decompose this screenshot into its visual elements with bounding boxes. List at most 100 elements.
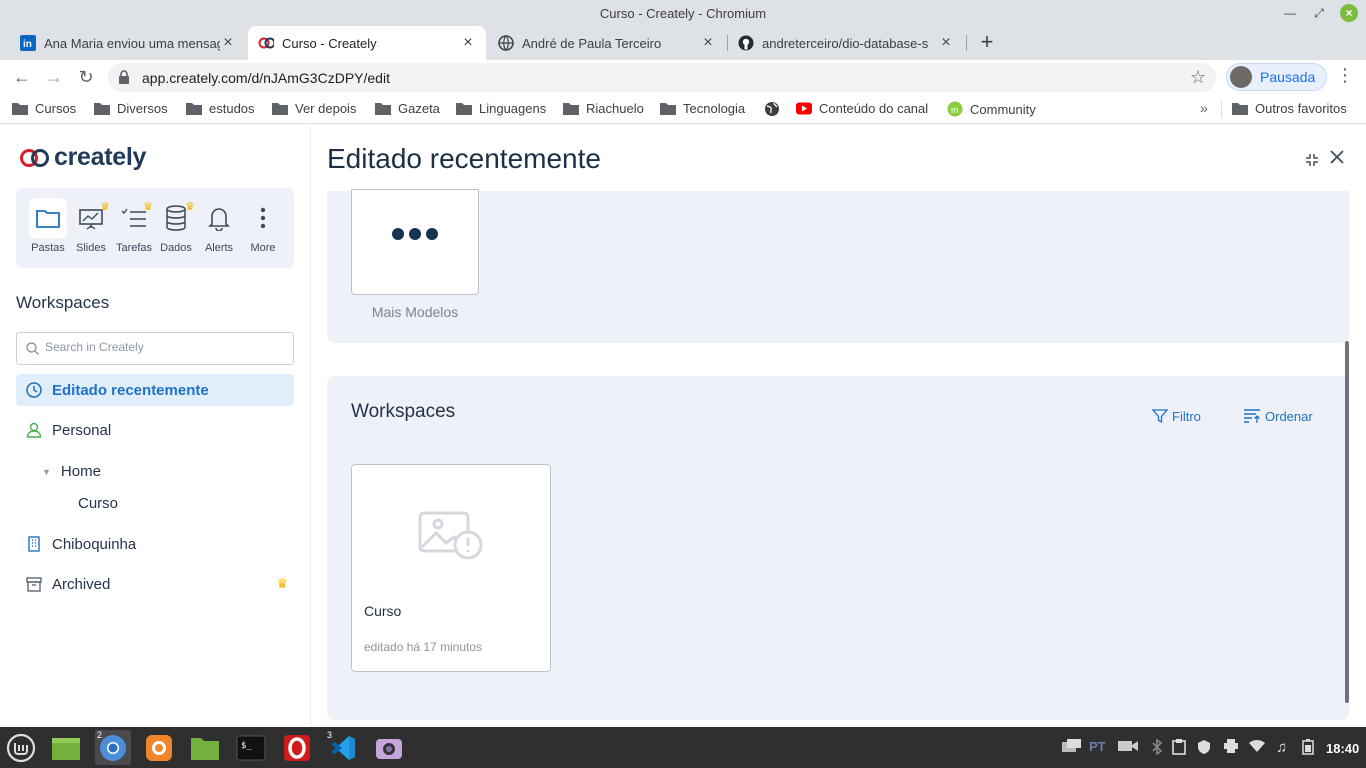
bluetooth-icon[interactable] <box>1151 738 1163 758</box>
taskbar-vscode[interactable]: 3 <box>325 730 361 765</box>
sidebar-item-archived[interactable]: Archived ♛ <box>16 568 294 600</box>
tab-creately[interactable]: Curso - Creately × <box>248 26 486 60</box>
close-tab-icon[interactable]: × <box>220 34 236 52</box>
close-icon[interactable] <box>1329 149 1345 170</box>
taskbar-screenshot[interactable] <box>371 730 407 765</box>
tree-item-label: Curso <box>78 495 119 512</box>
bookmark-riachuelo[interactable]: Riachuelo <box>563 101 644 116</box>
reload-icon[interactable]: ↻ <box>74 65 98 89</box>
taskbar-show-desktop[interactable] <box>48 730 84 765</box>
start-menu-button[interactable] <box>3 730 39 765</box>
printer-icon[interactable] <box>1223 739 1239 756</box>
bookmark-outros-favoritos[interactable]: Outros favoritos <box>1232 101 1347 116</box>
bookmark-label: Linguagens <box>479 101 547 116</box>
tree-item-home[interactable]: ▼ Home <box>42 463 101 480</box>
bookmark-tecnologia[interactable]: Tecnologia <box>660 101 745 116</box>
more-models-label[interactable]: Mais Modelos <box>351 304 479 320</box>
more-models-card[interactable] <box>351 189 479 295</box>
video-camera-icon[interactable] <box>1117 739 1139 756</box>
user-icon <box>16 422 52 438</box>
close-tab-icon[interactable]: × <box>700 34 716 52</box>
quick-label: Pastas <box>31 242 65 254</box>
quick-pastas[interactable]: Pastas <box>27 198 69 262</box>
folder-icon <box>456 103 472 115</box>
tree-item-curso[interactable]: Curso <box>78 495 118 512</box>
files-folder-icon <box>191 737 219 760</box>
scrollbar[interactable] <box>1345 341 1349 703</box>
filter-button[interactable]: Filtro <box>1152 408 1201 424</box>
url-text[interactable]: app.creately.com/d/nJAmG3CzDPY/edit <box>142 70 390 86</box>
address-bar[interactable]: app.creately.com/d/nJAmG3CzDPY/edit ☆ <box>108 63 1216 92</box>
battery-icon[interactable] <box>1302 739 1314 758</box>
bookmark-divider <box>1221 101 1222 118</box>
clipboard-icon[interactable] <box>1172 739 1186 758</box>
tab-andre[interactable]: André de Paula Terceiro × <box>488 26 726 60</box>
minimize-icon[interactable]: — <box>1281 4 1299 22</box>
collapse-icon[interactable] <box>1305 151 1319 172</box>
sidebar-item-personal[interactable]: Personal <box>16 414 294 446</box>
search-input[interactable] <box>45 340 285 354</box>
clock[interactable]: 18:40 <box>1326 741 1359 756</box>
linux-mint-logo-icon <box>6 733 36 762</box>
globe-icon <box>765 102 779 116</box>
bookmark-gazeta[interactable]: Gazeta <box>375 101 440 116</box>
creately-logo[interactable]: creately <box>18 143 146 172</box>
forward-icon[interactable]: → <box>42 65 66 89</box>
bookmark-globe[interactable] <box>764 101 780 117</box>
lock-icon[interactable] <box>118 70 130 89</box>
bookmark-star-icon[interactable]: ☆ <box>1190 67 1206 88</box>
bookmark-linguagens[interactable]: Linguagens <box>456 101 546 116</box>
tree-item-label: Home <box>60 463 101 480</box>
tab-github[interactable]: andreterceiro/dio-database-s × <box>728 26 964 60</box>
sidebar-search[interactable] <box>16 332 294 365</box>
taskbar-firefox[interactable] <box>141 730 177 765</box>
quick-dados[interactable]: ♛ Dados <box>155 198 197 262</box>
taskbar-chromium[interactable]: 2 <box>95 730 131 765</box>
caret-down-icon[interactable]: ▼ <box>42 467 51 477</box>
folder-icon <box>186 103 202 115</box>
document-card[interactable]: Curso editado há 17 minutos <box>351 464 551 672</box>
close-tab-icon[interactable]: × <box>460 34 476 52</box>
music-note-icon[interactable]: ♫ <box>1276 739 1287 756</box>
sidebar-item-label: Archived <box>52 575 111 593</box>
sidebar-item-recent[interactable]: Editado recentemente <box>16 374 294 406</box>
taskbar-opera[interactable] <box>279 730 315 765</box>
bookmark-estudos[interactable]: estudos <box>186 101 255 116</box>
bookmark-conteudo-do-canal[interactable]: Conteúdo do canal <box>796 101 928 116</box>
bookmark-label: Gazeta <box>398 101 440 116</box>
tab-linkedin[interactable]: in Ana Maria enviou uma mensag × <box>10 26 246 60</box>
shield-icon[interactable] <box>1196 739 1212 758</box>
quick-tarefas[interactable]: ♛ Tarefas <box>113 198 155 262</box>
browser-toolbar: ← → ↻ app.creately.com/d/nJAmG3CzDPY/edi… <box>0 60 1366 94</box>
keyboard-layout-indicator[interactable]: PT <box>1089 739 1106 754</box>
wifi-icon[interactable] <box>1248 739 1266 756</box>
bookmark-ver-depois[interactable]: Ver depois <box>272 101 356 116</box>
creately-icon <box>258 35 274 51</box>
taskbar-terminal[interactable]: $_ <box>233 730 269 765</box>
close-window-icon[interactable]: × <box>1340 4 1358 22</box>
bookmark-label: Diversos <box>117 101 168 116</box>
bookmark-cursos[interactable]: Cursos <box>12 101 76 116</box>
bookmark-diversos[interactable]: Diversos <box>94 101 168 116</box>
avatar <box>1230 66 1252 88</box>
sidebar-item-chiboquinha[interactable]: Chiboquinha <box>16 528 294 560</box>
new-tab-button[interactable]: + <box>976 30 998 54</box>
document-edited-time: editado há 17 minutos <box>364 640 483 654</box>
network-manager-icon[interactable] <box>1060 739 1082 756</box>
tab-divider <box>966 35 967 51</box>
quick-alerts[interactable]: Alerts <box>198 198 240 262</box>
quick-slides[interactable]: ♛ Slides <box>70 198 112 262</box>
profile-button[interactable]: Pausada <box>1226 63 1327 91</box>
bell-icon <box>198 198 240 238</box>
close-tab-icon[interactable]: × <box>938 34 954 52</box>
browser-menu-icon[interactable]: ⋮ <box>1336 65 1354 86</box>
maximize-icon[interactable]: ⤢ <box>1310 4 1328 22</box>
back-icon[interactable]: ← <box>10 65 34 89</box>
linkedin-icon: in <box>20 35 36 51</box>
sort-button[interactable]: Ordenar <box>1243 408 1313 424</box>
taskbar-files[interactable] <box>187 730 223 765</box>
bookmark-community[interactable]: m Community <box>947 101 1036 117</box>
chevron-double-right-icon[interactable]: » <box>1200 100 1208 116</box>
presentation-icon: ♛ <box>70 198 112 238</box>
quick-more[interactable]: More <box>242 198 284 262</box>
